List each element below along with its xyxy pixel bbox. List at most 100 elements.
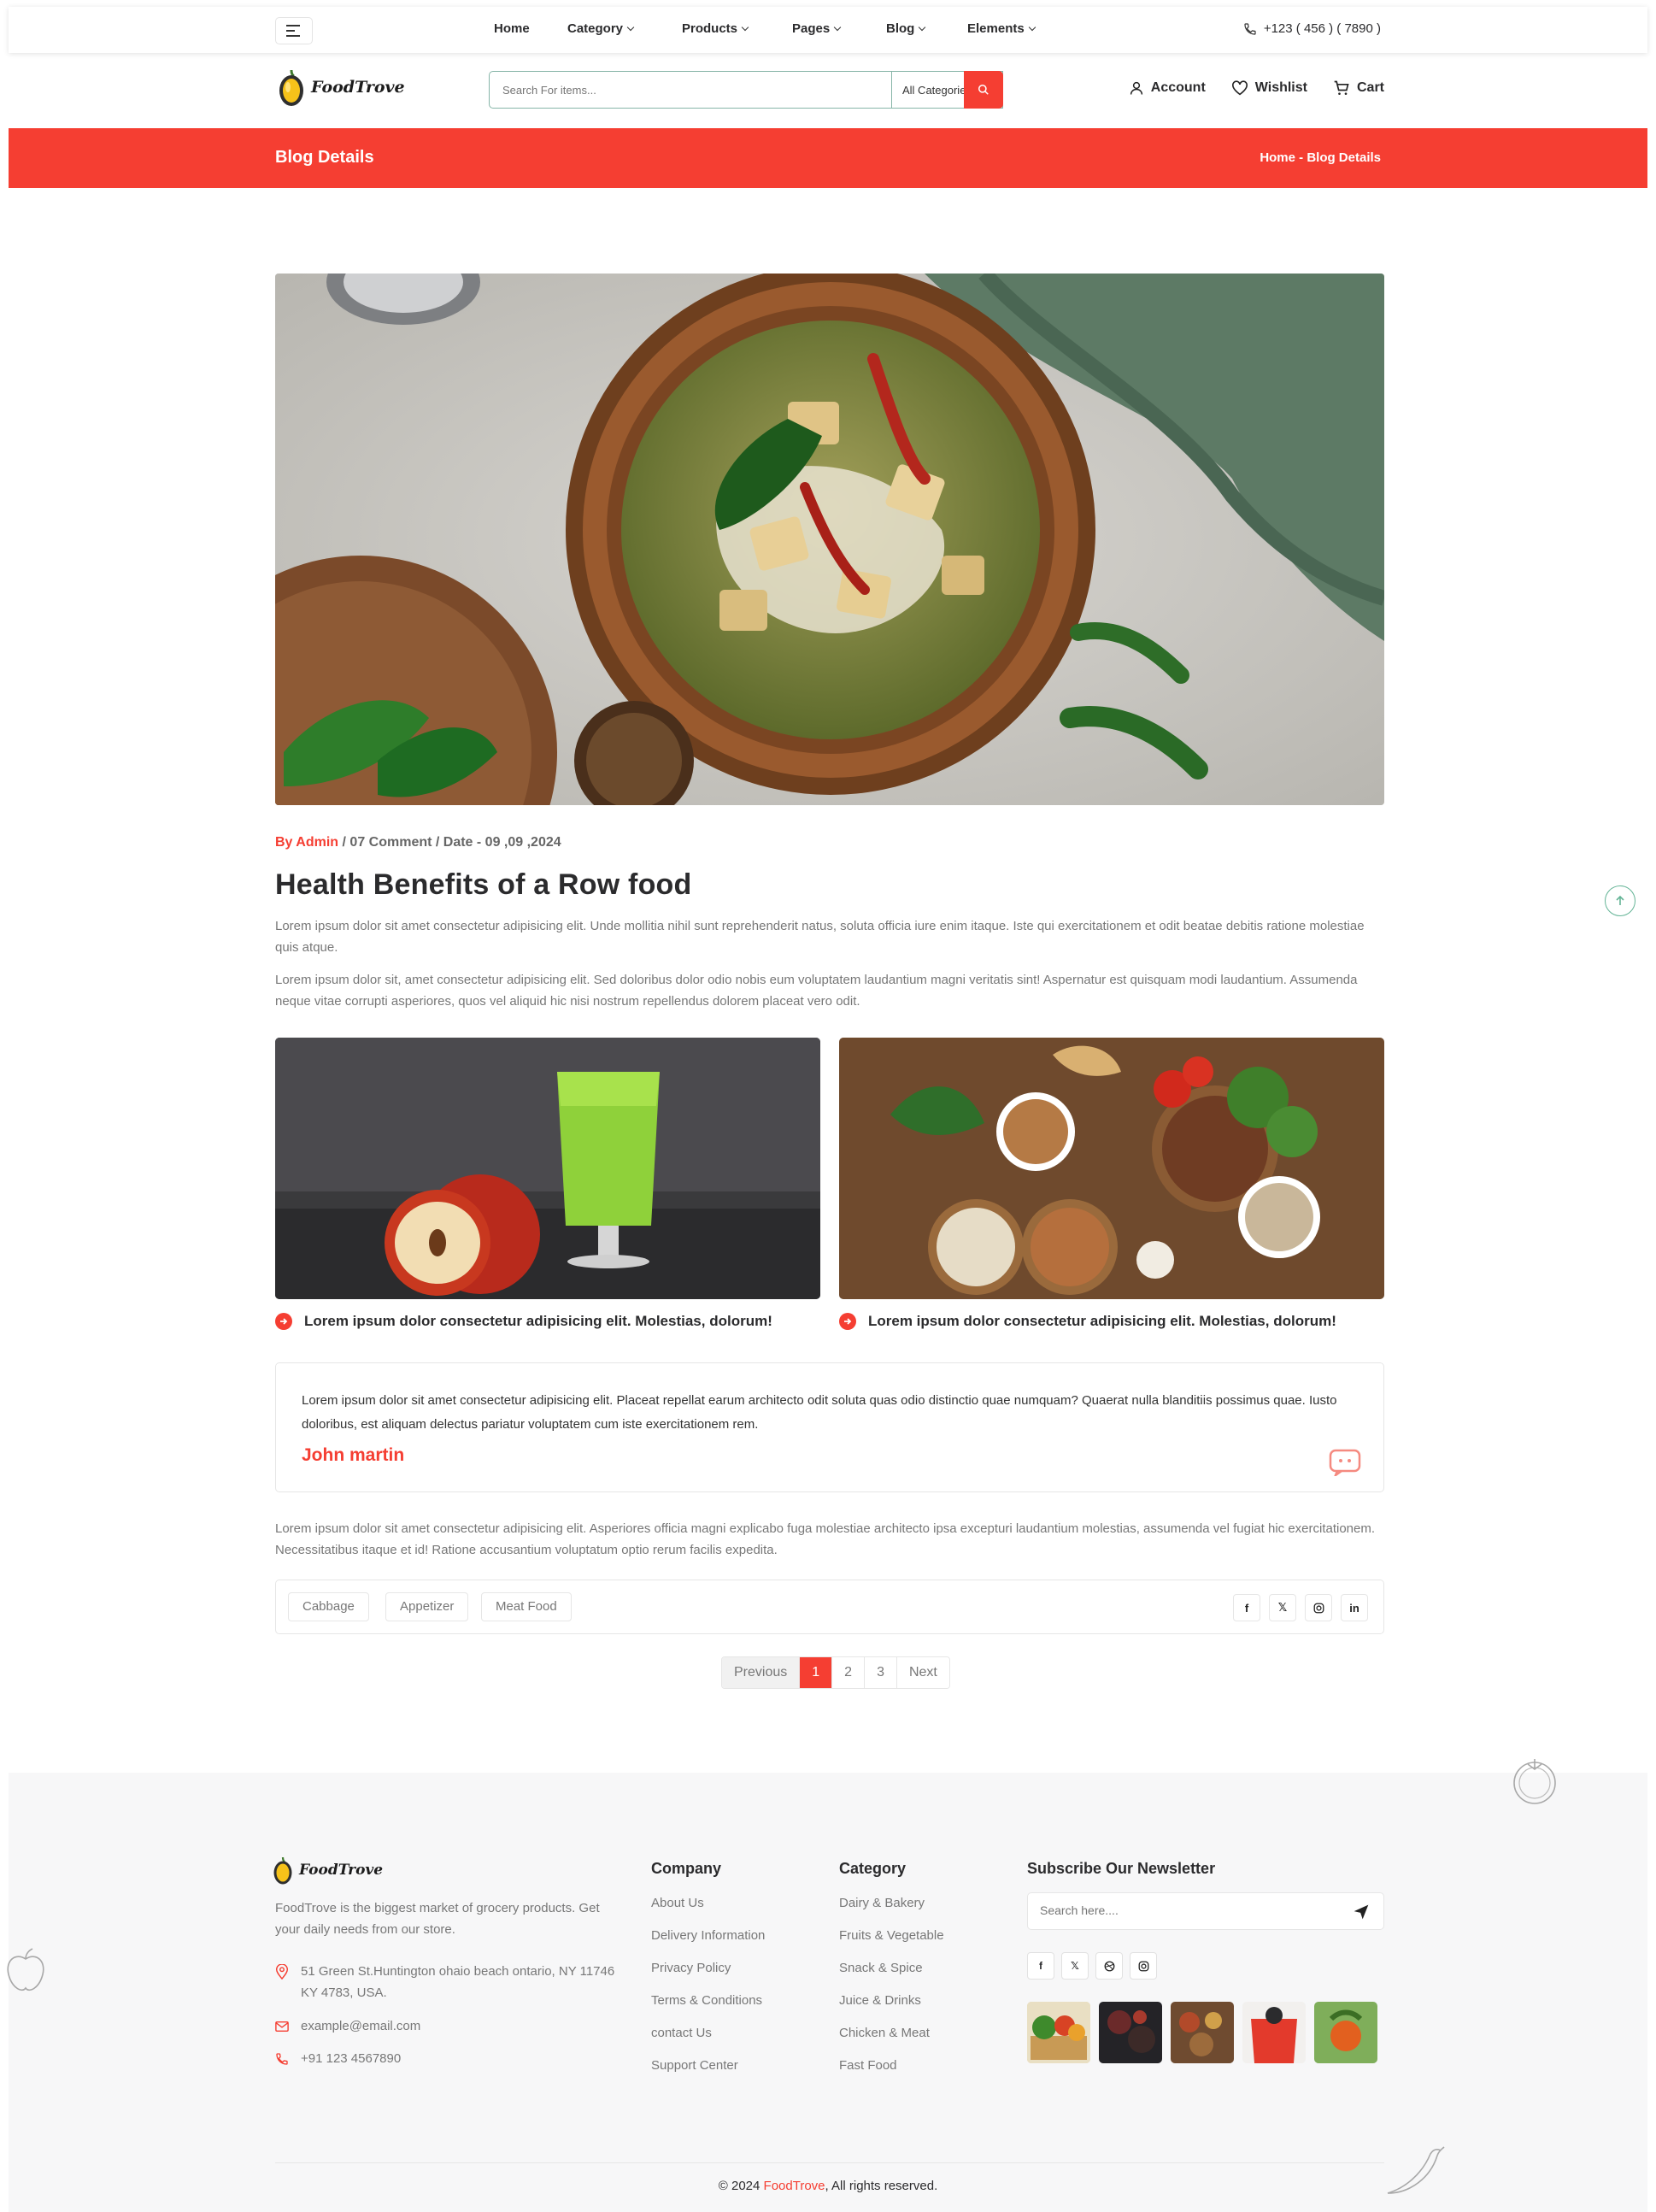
pagination: Previous 1 2 3 Next xyxy=(721,1656,950,1689)
dribbble-icon[interactable] xyxy=(1095,1952,1123,1980)
juice-apple-image xyxy=(275,1038,820,1299)
user-icon xyxy=(1130,81,1142,95)
footer-logo[interactable]: FoodTrove xyxy=(272,1855,383,1885)
phone-icon xyxy=(276,2053,288,2065)
chevron-down-icon xyxy=(833,23,842,32)
apple-outline-icon xyxy=(7,1948,44,1991)
post-paragraph: Lorem ipsum dolor sit, amet consectetur … xyxy=(275,973,1358,1009)
facebook-icon[interactable]: f xyxy=(1027,1952,1054,1980)
newsletter-form xyxy=(1027,1892,1384,1930)
footer-address: 51 Green St.Huntington ohaio beach ontar… xyxy=(275,1961,634,2003)
chevron-down-icon xyxy=(741,23,749,32)
gallery-thumbnail[interactable] xyxy=(1171,2002,1234,2063)
footer-link[interactable]: Juice & Drinks xyxy=(839,1993,921,2008)
footer-category-title: Category xyxy=(839,1860,907,1877)
newsletter-title: Subscribe Our Newsletter xyxy=(1027,1860,1216,1877)
footer-link[interactable]: contact Us xyxy=(651,2026,712,2040)
x-icon[interactable]: 𝕏 xyxy=(1061,1952,1089,1980)
footer-link[interactable]: Fast Food xyxy=(839,2058,897,2073)
tag-chip[interactable]: Appetizer xyxy=(385,1592,469,1621)
footer-link[interactable]: Snack & Spice xyxy=(839,1961,923,1975)
heart-icon xyxy=(1231,80,1248,96)
footer-link[interactable]: Terms & Conditions xyxy=(651,1993,762,2008)
footer-link[interactable]: Dairy & Bakery xyxy=(839,1896,925,1910)
chevron-down-icon xyxy=(919,23,926,32)
logo-fruit-icon xyxy=(279,69,303,106)
chevron-down-icon xyxy=(626,23,635,32)
copyright: © 2024 FoodTrove, All rights reserved. xyxy=(718,2179,938,2193)
instagram-icon[interactable] xyxy=(1305,1594,1332,1621)
tags-share-bar: Cabbage Appetizer Meat Food f 𝕏 in xyxy=(275,1580,1384,1634)
footer-link[interactable]: Privacy Policy xyxy=(651,1961,731,1975)
blockquote: Lorem ipsum dolor sit amet consectetur a… xyxy=(275,1362,1384,1492)
curry-bowl-image xyxy=(275,274,1384,805)
nav-home[interactable]: Home xyxy=(494,21,530,36)
post-meta: By Admin / 07 Comment / Date - 09 ,09 ,2… xyxy=(275,835,561,850)
phone-link[interactable]: +123 ( 456 ) ( 7890 ) xyxy=(1243,21,1381,36)
next-page-button[interactable]: Next xyxy=(896,1657,949,1688)
page-title: Blog Details xyxy=(275,148,374,167)
quote-text: Lorem ipsum dolor sit amet consectetur a… xyxy=(302,1393,1337,1432)
gallery-thumbnail[interactable] xyxy=(1314,2002,1377,2063)
post-paragraph: Lorem ipsum dolor sit amet consectetur a… xyxy=(275,919,1365,955)
logo-fruit-icon xyxy=(273,1856,292,1885)
wishlist-link[interactable]: Wishlist xyxy=(1231,79,1307,97)
quote-author: John martin xyxy=(302,1445,405,1465)
account-link[interactable]: Account xyxy=(1129,79,1206,97)
nav-products[interactable]: Products xyxy=(682,21,749,36)
tag-chip[interactable]: Meat Food xyxy=(481,1592,572,1621)
footer-phone[interactable]: +91 123 4567890 xyxy=(275,2048,401,2069)
newsletter-input[interactable] xyxy=(1040,1903,1296,1917)
scroll-to-top-button[interactable] xyxy=(1605,885,1635,916)
footer-link[interactable]: Chicken & Meat xyxy=(839,2026,930,2040)
send-icon[interactable] xyxy=(1353,1903,1370,1921)
header-links: Account Wishlist Cart xyxy=(1129,79,1384,97)
location-pin-icon xyxy=(275,1964,289,1980)
nav-blog[interactable]: Blog xyxy=(886,21,926,36)
cart-link[interactable]: Cart xyxy=(1333,79,1384,97)
blog-hero-image xyxy=(275,274,1384,805)
arrow-right-icon xyxy=(839,1313,856,1330)
search-button[interactable] xyxy=(964,71,1003,109)
copyright-brand-link[interactable]: FoodTrove xyxy=(764,2179,825,2193)
tag-chip[interactable]: Cabbage xyxy=(288,1592,369,1621)
linkedin-icon[interactable]: in xyxy=(1341,1594,1368,1621)
search-input[interactable] xyxy=(490,72,891,108)
nav-category[interactable]: Category xyxy=(567,21,635,36)
footer-about: FoodTrove is the biggest market of groce… xyxy=(275,1901,600,1937)
post-author-link[interactable]: By Admin xyxy=(275,835,338,850)
x-icon[interactable]: 𝕏 xyxy=(1269,1594,1296,1621)
site-logo[interactable]: FoodTrove xyxy=(277,67,405,108)
footer-link[interactable]: About Us xyxy=(651,1896,704,1910)
footer-company-title: Company xyxy=(651,1860,722,1877)
search-icon xyxy=(978,84,989,95)
nav-pages[interactable]: Pages xyxy=(792,21,842,36)
page-3-button[interactable]: 3 xyxy=(865,1657,897,1688)
gallery-thumbnail[interactable] xyxy=(1099,2002,1162,2063)
breadcrumb[interactable]: Home - Blog Details xyxy=(1260,150,1381,165)
image-caption: Lorem ipsum dolor consectetur adipisicin… xyxy=(839,1313,1336,1330)
nav-elements[interactable]: Elements xyxy=(967,21,1036,36)
instagram-icon[interactable] xyxy=(1130,1952,1157,1980)
quote-icon xyxy=(1329,1449,1361,1476)
hamburger-icon xyxy=(286,25,300,37)
footer-divider xyxy=(275,2162,1384,2163)
cart-icon xyxy=(1334,80,1349,95)
arrow-right-icon xyxy=(275,1313,292,1330)
search-bar: All Categories xyxy=(489,71,1003,109)
gallery-thumbnail[interactable] xyxy=(1242,2002,1306,2063)
page-1-button[interactable]: 1 xyxy=(800,1657,833,1688)
phone-icon xyxy=(1244,22,1256,35)
gallery-thumbnail[interactable] xyxy=(1027,2002,1090,2063)
tomato-outline-icon xyxy=(1513,1759,1556,1804)
footer-email[interactable]: example@email.com xyxy=(275,2015,420,2037)
previous-page-button[interactable]: Previous xyxy=(722,1657,801,1688)
post-paragraph: Lorem ipsum dolor sit amet consectetur a… xyxy=(275,1521,1376,1557)
top-bar: Home Category Products Pages Blog Elemen… xyxy=(9,7,1647,53)
page-2-button[interactable]: 2 xyxy=(832,1657,866,1688)
footer-link[interactable]: Delivery Information xyxy=(651,1928,765,1943)
footer-link[interactable]: Support Center xyxy=(651,2058,738,2073)
footer-link[interactable]: Fruits & Vegetable xyxy=(839,1928,944,1943)
hamburger-menu-button[interactable] xyxy=(275,17,313,44)
facebook-icon[interactable]: f xyxy=(1233,1594,1260,1621)
